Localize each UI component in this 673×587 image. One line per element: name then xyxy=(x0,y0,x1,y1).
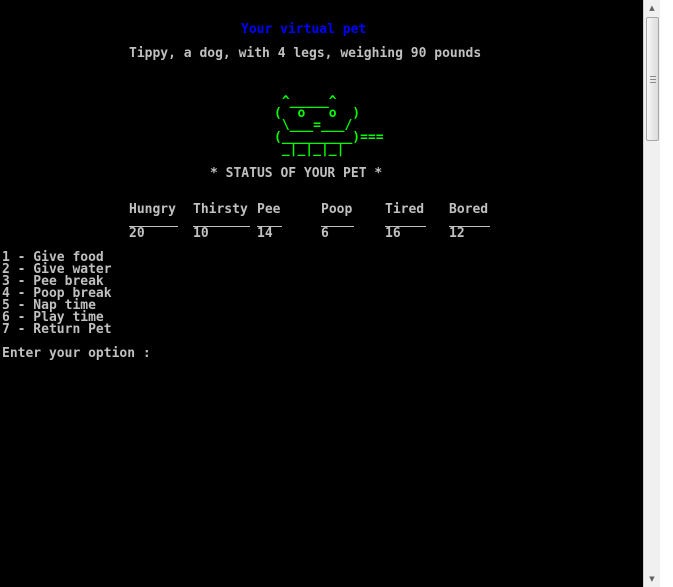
scroll-up-arrow-icon[interactable]: ▲ xyxy=(644,0,660,16)
menu-item-return-pet: 7 - Return Pet xyxy=(2,322,112,337)
input-prompt[interactable]: Enter your option : xyxy=(2,347,151,360)
stat-value-bored: 12 xyxy=(449,226,465,241)
scroll-down-arrow-icon[interactable]: ▼ xyxy=(644,571,660,587)
ascii-line-legs: _|_|_|_| xyxy=(274,142,345,157)
status-heading: * STATUS OF YOUR PET * xyxy=(210,166,383,181)
stat-header-hungry: Hungry xyxy=(129,202,176,217)
app-title: Your virtual pet xyxy=(241,22,367,37)
pet-description: Tippy, a dog, with 4 legs, weighing 90 p… xyxy=(129,46,482,61)
console-window[interactable]: Your virtual pet Tippy, a dog, with 4 le… xyxy=(0,0,643,587)
stat-header-pee: Pee xyxy=(257,202,281,217)
scrollbar-thumb[interactable] xyxy=(646,17,659,141)
stat-value-thirsty: 10 xyxy=(193,226,209,241)
stat-value-poop: 6 xyxy=(321,226,329,241)
stat-header-bored: Bored xyxy=(449,202,489,217)
window-edge xyxy=(660,0,673,587)
stat-value-hungry: 20 xyxy=(129,226,145,241)
vertical-scrollbar[interactable]: ▲ ▼ xyxy=(643,0,660,587)
grip-icon xyxy=(650,76,656,85)
stat-value-pee: 14 xyxy=(257,226,273,241)
stat-header-poop: Poop xyxy=(321,202,353,217)
stat-value-tired: 16 xyxy=(385,226,401,241)
stat-header-thirsty: Thirsty xyxy=(193,202,248,217)
stat-header-tired: Tired xyxy=(385,202,425,217)
